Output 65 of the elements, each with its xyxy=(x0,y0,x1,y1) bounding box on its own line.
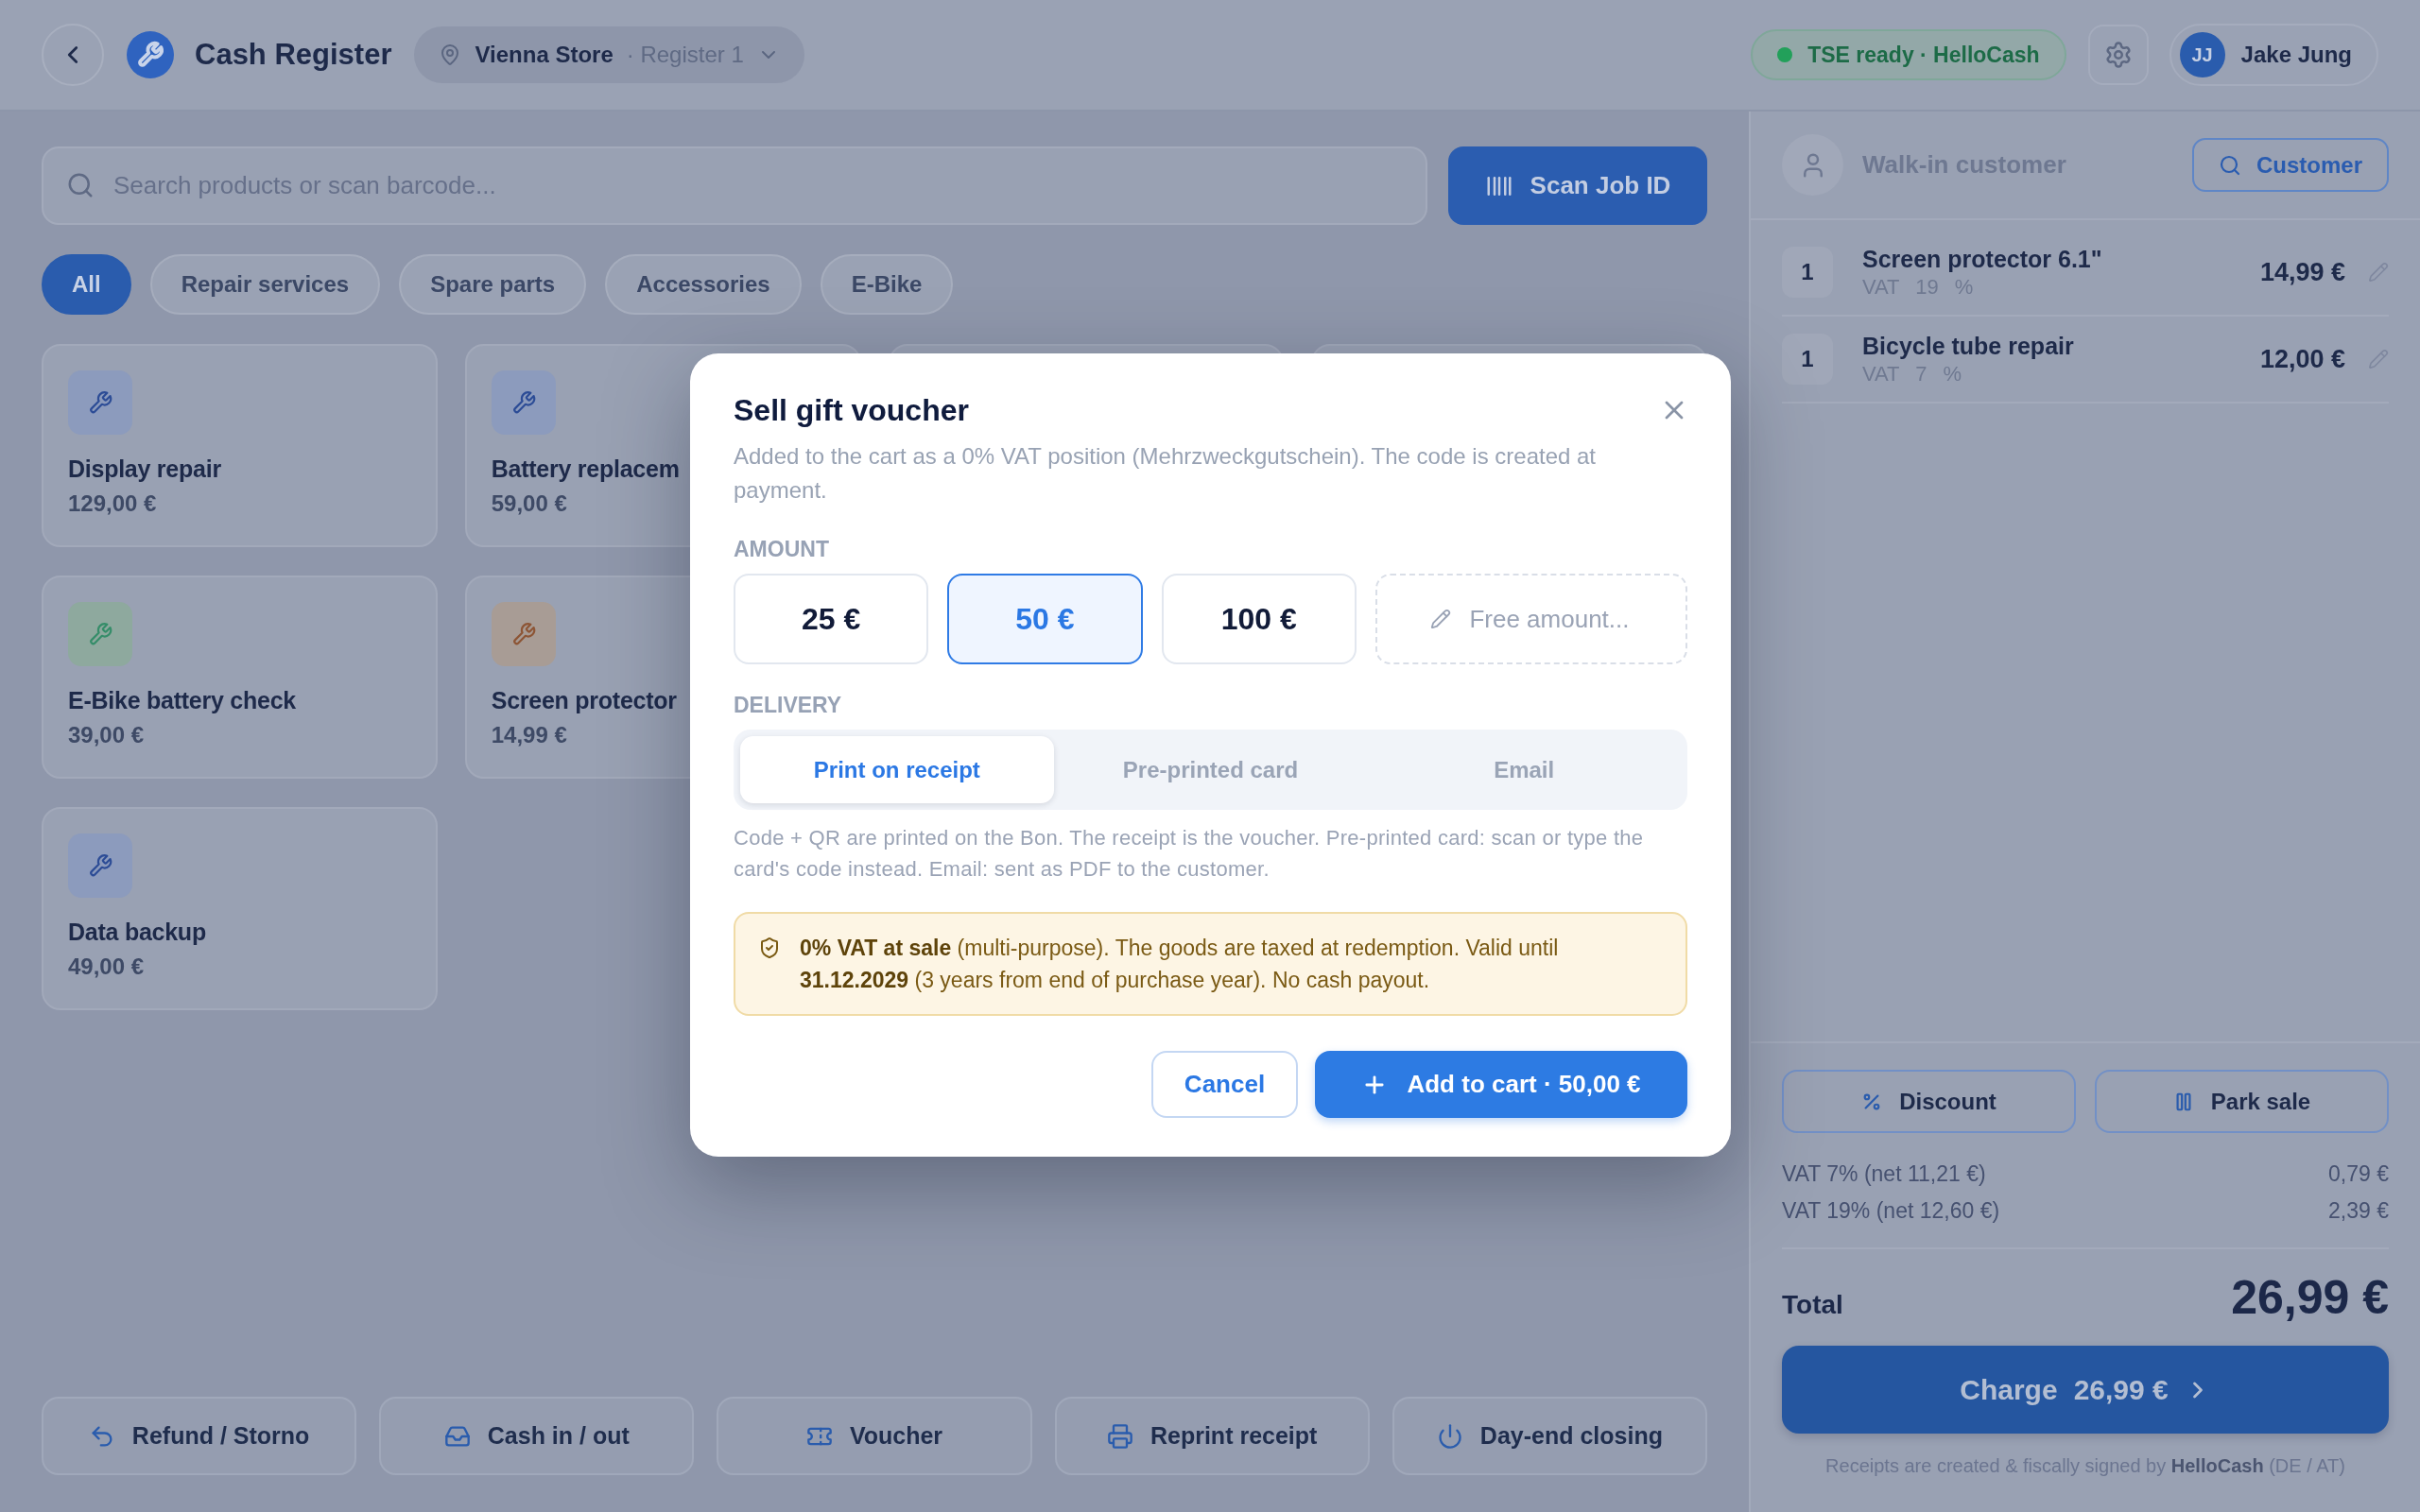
free-amount-field[interactable]: Free amount... xyxy=(1374,574,1687,664)
product-name: Display repair xyxy=(68,455,221,484)
cancel-button[interactable]: Cancel xyxy=(1151,1051,1298,1118)
delivery-help-text: Code + QR are printed on the Bon. The receipt is the voucher. Pre-printed card: scan or type the card's code instead. Email: sent as PDF to the customer. xyxy=(734,825,1645,883)
product-name: Battery replacem xyxy=(491,455,680,484)
product-name: E-Bike battery check xyxy=(68,686,296,715)
quick-action-button[interactable]: Cash in / out xyxy=(379,1397,695,1475)
app-title: Cash Register xyxy=(195,36,392,73)
category-chip[interactable]: Accessories xyxy=(605,254,802,315)
user-avatar: JJ xyxy=(2179,32,2225,77)
total-label: Total xyxy=(1782,1289,1843,1321)
item-name: Screen protector 6.1" xyxy=(1862,245,2102,274)
product-card[interactable]: E-Bike battery check 39,00 € xyxy=(42,576,438,779)
charge-button[interactable]: Charge 26,99 € xyxy=(1782,1346,2389,1434)
total-amount: 26,99 € xyxy=(2231,1270,2389,1325)
product-name: Data backup xyxy=(68,918,206,947)
tax-label: VAT 19% (net 12,60 €) xyxy=(1782,1197,2000,1225)
vat-notice-text: 0% VAT at sale (multi-purpose). The goods are taxed at redemption. Valid until 31.12.2029 (3 years from end of purchase year). No cash payout. xyxy=(800,935,1560,994)
delivery-label: DELIVERY xyxy=(734,692,842,719)
amount-option[interactable]: 50 € xyxy=(947,574,1143,664)
amount-option[interactable]: 100 € xyxy=(1161,574,1357,664)
user-menu-button[interactable]: JJ Jake Jung xyxy=(2169,24,2378,86)
quick-action-button[interactable]: Voucher xyxy=(717,1397,1032,1475)
search-icon xyxy=(2218,153,2241,177)
product-card[interactable]: Data backup 49,00 € xyxy=(42,807,438,1010)
search-icon xyxy=(66,171,95,199)
item-quantity: 1 xyxy=(1782,334,1833,385)
delivery-tab[interactable]: Print on receipt xyxy=(740,736,1054,803)
product-card[interactable]: Display repair 129,00 € xyxy=(42,344,438,547)
category-chip[interactable]: E-Bike xyxy=(820,254,954,315)
product-name: Screen protector xyxy=(491,686,677,715)
quick-action-button[interactable]: Day-end closing xyxy=(1392,1397,1707,1475)
settings-icon xyxy=(2103,41,2133,69)
settings-button[interactable] xyxy=(2087,25,2149,85)
printer-icon xyxy=(1106,1422,1133,1450)
wrench-logo-icon xyxy=(127,31,174,78)
tse-status-text: TSE ready · HelloCash xyxy=(1807,41,2040,69)
back-button[interactable] xyxy=(42,24,104,86)
tax-amount: 0,79 € xyxy=(2328,1160,2389,1188)
item-quantity: 1 xyxy=(1782,247,1833,298)
pencil-icon[interactable] xyxy=(2368,262,2389,283)
add-to-cart-button[interactable]: Add to cart · 50,00 € xyxy=(1315,1051,1687,1118)
item-price: 14,99 € xyxy=(2259,256,2345,288)
tax-amount: 2,39 € xyxy=(2328,1197,2389,1225)
item-price: 12,00 € xyxy=(2259,343,2345,375)
item-name: Bicycle tube repair xyxy=(1862,332,2074,361)
quick-action-button[interactable]: Refund / Storno xyxy=(42,1397,357,1475)
category-chip[interactable]: Repair services xyxy=(149,254,381,315)
category-chip[interactable]: Spare parts xyxy=(399,254,587,315)
scan-job-id-button[interactable]: Scan Job ID xyxy=(1448,146,1707,225)
pencil-icon[interactable] xyxy=(2368,349,2389,369)
tax-label: VAT 7% (net 11,21 €) xyxy=(1782,1160,1986,1188)
pencil-icon xyxy=(1429,609,1451,629)
cart-action-button[interactable]: Park sale xyxy=(2095,1070,2389,1133)
product-price: 14,99 € xyxy=(491,721,567,749)
product-price: 39,00 € xyxy=(68,721,145,749)
category-chip[interactable]: All xyxy=(42,254,131,315)
product-price: 59,00 € xyxy=(491,490,567,518)
cart-action-button[interactable]: Discount xyxy=(1782,1070,2076,1133)
product-price: 49,00 € xyxy=(68,953,145,981)
shield-check-icon xyxy=(758,936,781,959)
product-price: 129,00 € xyxy=(68,490,157,518)
amount-option[interactable]: 25 € xyxy=(734,574,929,664)
quick-action-button[interactable]: Reprint receipt xyxy=(1054,1397,1370,1475)
power-icon xyxy=(1436,1422,1463,1450)
